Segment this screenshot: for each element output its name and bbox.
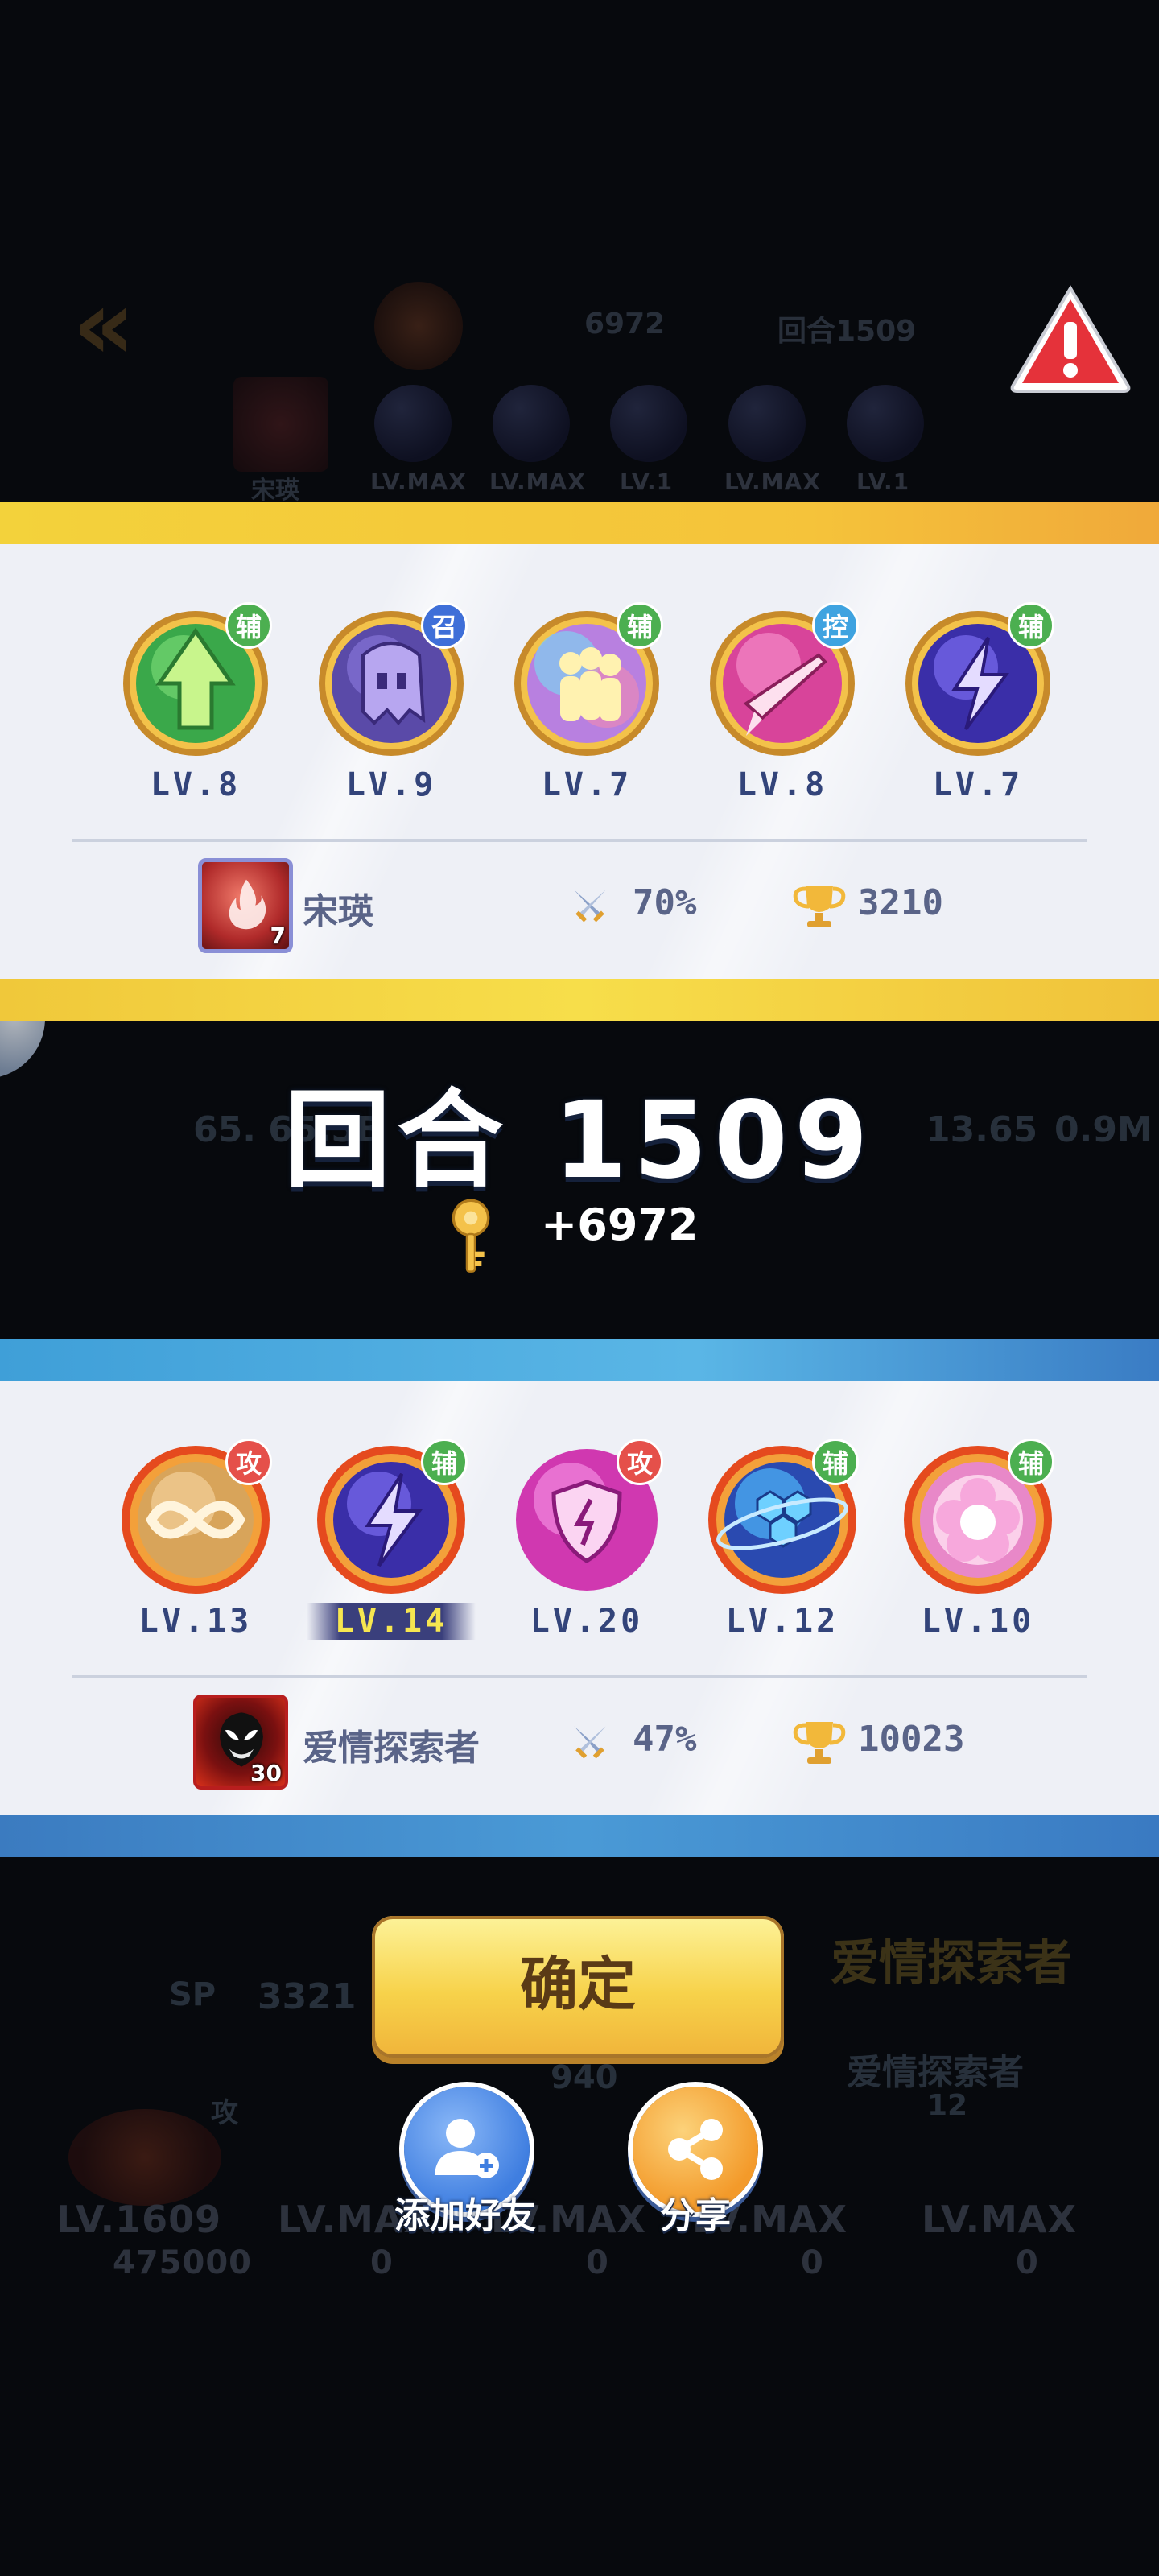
skill-level-label: LV.8 bbox=[736, 766, 828, 803]
skill-slot[interactable]: 攻 LV.13 bbox=[111, 1439, 280, 1645]
skill-level-label: LV.13 bbox=[138, 1603, 253, 1640]
background-skill-orb bbox=[847, 385, 924, 462]
skill-type-badge: 辅 bbox=[812, 1439, 859, 1485]
avatar-level: 7 bbox=[270, 923, 286, 949]
background-skill-level: LV.MAX bbox=[724, 469, 821, 495]
skill-level-label: LV.8 bbox=[150, 766, 241, 803]
fire-icon bbox=[229, 879, 266, 930]
panel-band-bottom bbox=[0, 979, 1159, 1021]
panel-band-top bbox=[0, 502, 1159, 544]
skill-type-badge: 辅 bbox=[421, 1439, 468, 1485]
skill-level-label: LV.14 bbox=[307, 1603, 476, 1640]
background-opponent-banner: 爱情探索者 bbox=[831, 1935, 1072, 1992]
background-skill-orb bbox=[493, 385, 570, 462]
player-name: 爱情探索者 bbox=[303, 1728, 480, 1769]
background-avatar-frame bbox=[233, 377, 328, 472]
background-skill-level: LV.MAX bbox=[489, 469, 586, 495]
panel-divider bbox=[72, 1675, 1087, 1678]
skill-type-badge: 辅 bbox=[617, 602, 663, 649]
panel-body: 攻 LV.13 辅 LV.14 攻 LV.20 辅 LV.12 辅 LV.10 … bbox=[0, 1381, 1159, 1815]
skill-level-label: LV.7 bbox=[541, 766, 633, 803]
background-game-layer: « 6972 回合1509 宋瑛 LV.MAX LV.MAX LV.1 LV.M… bbox=[0, 0, 1159, 2576]
trophy-icon bbox=[793, 886, 846, 927]
background-bottom-level: LV.1609 bbox=[56, 2198, 222, 2241]
confirm-button[interactable]: 确定 bbox=[372, 1916, 784, 2058]
skill-level-label: LV.7 bbox=[932, 766, 1024, 803]
panel-band-top bbox=[0, 1339, 1159, 1381]
skill-level-label: LV.10 bbox=[921, 1603, 1035, 1640]
player-info-row: 30 爱情探索者 47% 10023 bbox=[0, 1695, 1159, 1791]
background-bottom-level: LV.MAX bbox=[922, 2198, 1077, 2241]
trophy-icon bbox=[793, 1722, 846, 1764]
background-opponent-name: 爱情探索者 bbox=[847, 2052, 1024, 2093]
skill-slot[interactable]: 辅 LV.7 bbox=[502, 602, 671, 808]
background-skill-level: LV.MAX bbox=[370, 469, 467, 495]
player-avatar[interactable]: 7 bbox=[198, 858, 293, 953]
background-bottom-sp: 0 bbox=[370, 2244, 394, 2281]
add-friend-label: 添加好友 bbox=[394, 2195, 536, 2236]
player-result-panel-bottom: 攻 LV.13 辅 LV.14 攻 LV.20 辅 LV.12 辅 LV.10 … bbox=[0, 1339, 1159, 1857]
player-result-panel-top: 辅 LV.8 召 LV.9 辅 LV.7 控 LV.8 辅 LV.7 7 宋瑛 … bbox=[0, 502, 1159, 1021]
player-info-row: 7 宋瑛 70% 3210 bbox=[0, 858, 1159, 955]
avatar-level: 30 bbox=[250, 1760, 282, 1786]
share-icon bbox=[668, 2119, 723, 2180]
trophy-count: 3210 bbox=[858, 882, 943, 923]
player-name: 宋瑛 bbox=[303, 891, 373, 932]
background-sp-label: SP bbox=[169, 1976, 217, 2013]
round-title: 回合 1509 bbox=[284, 1079, 875, 1203]
background-skill-tag: 攻 bbox=[211, 2097, 238, 2129]
panel-divider bbox=[72, 839, 1087, 842]
background-skill-level: LV.1 bbox=[856, 469, 910, 495]
skill-type-badge: 攻 bbox=[225, 1439, 272, 1485]
skill-slot[interactable]: 辅 LV.7 bbox=[893, 602, 1062, 808]
background-skill-level: LV.1 bbox=[620, 469, 674, 495]
key-icon bbox=[452, 1199, 490, 1273]
player-avatar[interactable]: 30 bbox=[193, 1695, 288, 1790]
skill-slot[interactable]: 召 LV.9 bbox=[307, 602, 476, 808]
panel-band-bottom bbox=[0, 1815, 1159, 1857]
background-sub-count: 940 bbox=[551, 2059, 618, 2096]
background-opponent-level: 12 bbox=[927, 2089, 968, 2122]
background-bottom-sp: 475000 bbox=[113, 2244, 252, 2281]
background-round-text: 回合1509 bbox=[777, 315, 917, 348]
skill-slot[interactable]: 控 LV.8 bbox=[698, 602, 867, 808]
background-skill-orb bbox=[374, 385, 452, 462]
crossed-swords-icon bbox=[574, 1726, 606, 1759]
skill-slot[interactable]: 辅 LV.10 bbox=[893, 1439, 1062, 1645]
skill-level-label: LV.12 bbox=[725, 1603, 839, 1640]
skill-type-badge: 辅 bbox=[1008, 602, 1054, 649]
skill-slot[interactable]: 辅 LV.12 bbox=[698, 1439, 867, 1645]
win-rate: 70% bbox=[633, 882, 697, 923]
skill-type-badge: 控 bbox=[812, 602, 859, 649]
panel-body: 辅 LV.8 召 LV.9 辅 LV.7 控 LV.8 辅 LV.7 7 宋瑛 … bbox=[0, 544, 1159, 979]
background-skill-orb bbox=[610, 385, 687, 462]
add-user-icon bbox=[435, 2119, 499, 2178]
background-sp-value: 3321 bbox=[258, 1976, 357, 2017]
trophy-count: 10023 bbox=[858, 1719, 965, 1760]
background-bottom-orb bbox=[68, 2109, 221, 2206]
background-key-count: 6972 bbox=[584, 308, 666, 341]
warning-icon[interactable] bbox=[1008, 283, 1133, 396]
skill-slot[interactable]: 辅 LV.8 bbox=[111, 602, 280, 808]
background-avatar-name: 宋瑛 bbox=[251, 477, 299, 505]
skill-type-badge: 辅 bbox=[225, 602, 272, 649]
background-bottom-sp: 0 bbox=[801, 2244, 824, 2281]
skill-level-label: LV.20 bbox=[530, 1603, 644, 1640]
share-label: 分享 bbox=[660, 2195, 731, 2236]
skill-type-badge: 召 bbox=[421, 602, 468, 649]
skill-level-label: LV.9 bbox=[345, 766, 437, 803]
skill-slot[interactable]: 辅 LV.14 bbox=[307, 1439, 476, 1645]
win-rate: 47% bbox=[633, 1719, 697, 1760]
back-arrow-icon: « bbox=[72, 270, 135, 382]
background-skill-orb bbox=[728, 385, 806, 462]
background-bottom-sp: 0 bbox=[586, 2244, 609, 2281]
key-reward: +6972 bbox=[541, 1199, 699, 1250]
skill-type-badge: 攻 bbox=[617, 1439, 663, 1485]
skill-type-badge: 辅 bbox=[1008, 1439, 1054, 1485]
background-avatar-icon bbox=[374, 282, 463, 370]
skill-slot[interactable]: 攻 LV.20 bbox=[502, 1439, 671, 1645]
crossed-swords-icon bbox=[574, 890, 606, 923]
background-bottom-sp: 0 bbox=[1016, 2244, 1039, 2281]
